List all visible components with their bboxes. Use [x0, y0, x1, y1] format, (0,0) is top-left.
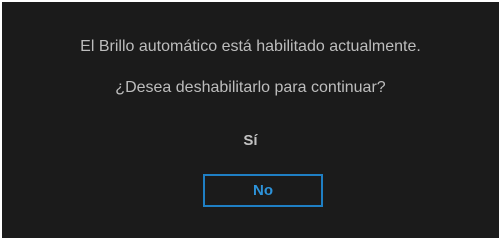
no-option-selected[interactable]: No — [203, 174, 323, 207]
yes-option[interactable]: Sí — [2, 132, 499, 149]
auto-brightness-dialog: El Brillo automático está habilitado act… — [2, 2, 499, 238]
dialog-message-question: ¿Desea deshabilitarlo para continuar? — [115, 79, 386, 96]
dialog-message-status: El Brillo automático está habilitado act… — [80, 38, 421, 55]
